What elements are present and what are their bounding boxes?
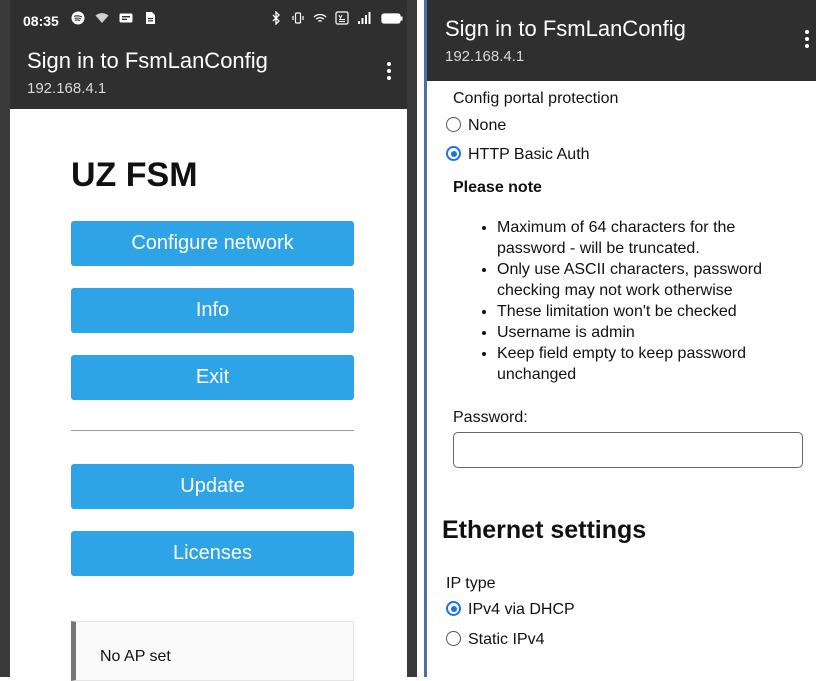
- message-icon: [119, 13, 133, 23]
- list-item: Keep field empty to keep password unchan…: [497, 343, 802, 385]
- app-bar-subtitle: 192.168.4.1: [27, 80, 107, 97]
- radio-static-ipv4-label[interactable]: Static IPv4: [468, 631, 544, 649]
- wifi-icon: [95, 13, 109, 23]
- more-vert-icon[interactable]: [384, 62, 394, 86]
- list-item: Username is admin: [497, 322, 802, 343]
- right-phone-screen: Sign in to FsmLanConfig 192.168.4.1 Conf…: [424, 0, 816, 677]
- phone-bezel-right: [407, 0, 417, 677]
- divider: [71, 430, 354, 431]
- radio-ipv4-dhcp-label[interactable]: IPv4 via DHCP: [468, 601, 575, 619]
- exit-button[interactable]: Exit: [71, 355, 354, 400]
- app-bar-subtitle: 192.168.4.1: [445, 48, 525, 65]
- status-message: No AP set: [100, 648, 171, 665]
- password-field[interactable]: [453, 432, 803, 468]
- ethernet-settings-heading: Ethernet settings: [442, 516, 647, 544]
- bluetooth-icon: [272, 11, 280, 25]
- app-bar-title: Sign in to FsmLanConfig: [27, 48, 268, 73]
- spotify-icon: [71, 11, 85, 25]
- phone-bezel-left: [0, 0, 10, 677]
- document-icon: [146, 12, 155, 24]
- vibrate-icon: [292, 12, 304, 24]
- configure-network-button[interactable]: Configure network: [71, 221, 354, 266]
- update-button[interactable]: Update: [71, 464, 354, 509]
- note-title: Please note: [453, 179, 542, 196]
- note-list: Maximum of 64 characters for the passwor…: [477, 217, 802, 385]
- status-bar: 08:35: [23, 10, 403, 36]
- radio-ipv4-dhcp[interactable]: [446, 601, 461, 616]
- signal-icon: [358, 12, 371, 24]
- volte-icon: [335, 11, 349, 25]
- battery-icon: [381, 13, 403, 24]
- left-phone-screen: 08:35 Sign in to FsmLanConfig 192.168.4.…: [0, 0, 417, 681]
- licenses-button[interactable]: Licenses: [71, 531, 354, 576]
- radio-static-ipv4[interactable]: [446, 631, 461, 646]
- more-vert-icon[interactable]: [802, 30, 812, 54]
- app-bar: 08:35 Sign in to FsmLanConfig 192.168.4.…: [0, 0, 417, 109]
- app-bar-title: Sign in to FsmLanConfig: [445, 16, 686, 41]
- status-icons-right: [269, 11, 403, 25]
- app-bar: Sign in to FsmLanConfig 192.168.4.1: [424, 0, 816, 81]
- status-message-box: No AP set: [71, 621, 354, 681]
- status-time: 08:35: [23, 13, 59, 29]
- window-border-left: [424, 0, 427, 677]
- radio-none-label[interactable]: None: [468, 117, 506, 135]
- list-item: Maximum of 64 characters for the passwor…: [497, 217, 802, 259]
- password-label: Password:: [453, 409, 528, 426]
- status-icons-left: [71, 11, 157, 25]
- protection-label: Config portal protection: [453, 90, 619, 107]
- list-item: These limitation won't be checked: [497, 301, 802, 322]
- radio-http-basic-auth[interactable]: [446, 146, 461, 161]
- info-button[interactable]: Info: [71, 288, 354, 333]
- ip-type-label: IP type: [446, 575, 496, 592]
- list-item: Only use ASCII characters, password chec…: [497, 259, 802, 301]
- page-title: UZ FSM: [71, 156, 198, 194]
- wifi-calling-icon: [313, 13, 327, 22]
- radio-none[interactable]: [446, 117, 461, 132]
- radio-http-basic-auth-label[interactable]: HTTP Basic Auth: [468, 146, 590, 164]
